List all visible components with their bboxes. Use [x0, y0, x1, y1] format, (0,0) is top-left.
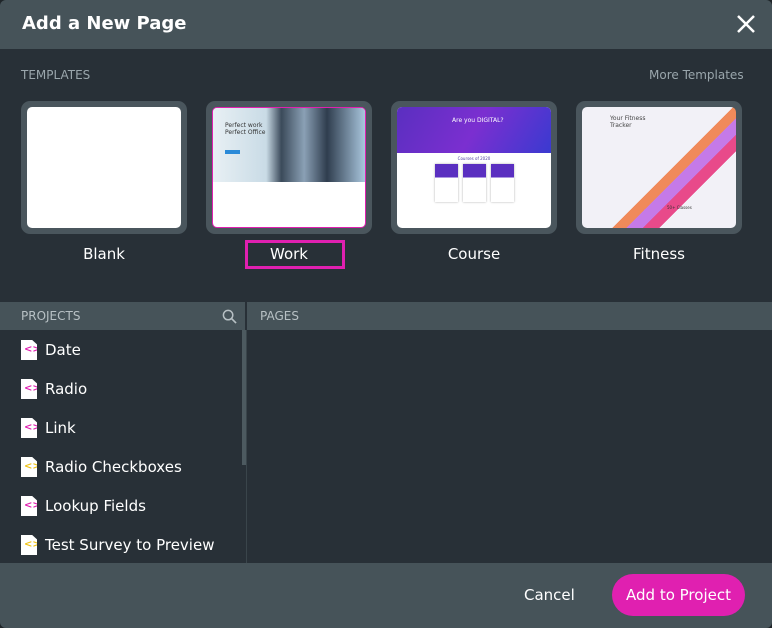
template-work[interactable]: Perfect work Perfect Office: [206, 101, 372, 234]
fitness-headline: Your Fitness: [610, 115, 646, 122]
fitness-thumbnail: Your Fitness Tracker 50+ Classes: [582, 107, 736, 228]
course-thumbnail: Are you DIGITAL? Courses of 2020: [397, 107, 551, 228]
template-label-fitness: Fitness: [633, 245, 685, 263]
project-item[interactable]: <> Lookup Fields: [21, 494, 146, 518]
project-item[interactable]: <> Test Survey to Preview: [21, 533, 214, 557]
file-icon: <>: [21, 379, 37, 399]
project-item[interactable]: <> Link: [21, 416, 76, 440]
more-templates-link[interactable]: More Templates: [649, 68, 744, 82]
pages-header: PAGES: [247, 302, 772, 330]
work-thumbnail: Perfect work Perfect Office: [212, 107, 366, 228]
course-headline: Are you DIGITAL?: [452, 117, 504, 124]
file-icon: <>: [21, 535, 37, 555]
projects-header: PROJECTS: [0, 302, 245, 330]
projects-list: <> Date <> Radio <> Link <> Radio Checkboxes…: [0, 330, 242, 563]
project-label: Lookup Fields: [45, 497, 146, 515]
pages-label: PAGES: [260, 309, 299, 323]
file-icon: <>: [21, 496, 37, 516]
project-item[interactable]: <> Radio: [21, 377, 87, 401]
add-page-dialog: Add a New Page TEMPLATES More Templates …: [0, 0, 772, 628]
project-label: Radio Checkboxes: [45, 458, 182, 476]
file-icon: <>: [21, 418, 37, 438]
selected-template-highlight: [245, 240, 345, 269]
dialog-title: Add a New Page: [22, 13, 187, 34]
file-icon: <>: [21, 457, 37, 477]
project-label: Radio: [45, 380, 88, 398]
blank-thumbnail: [27, 107, 181, 228]
template-blank[interactable]: [21, 101, 187, 234]
project-label: Test Survey to Preview: [45, 536, 215, 554]
fitness-headline-2: Tracker: [610, 122, 632, 129]
templates-label: TEMPLATES: [21, 68, 91, 82]
template-fitness[interactable]: Your Fitness Tracker 50+ Classes: [576, 101, 742, 234]
add-to-project-button[interactable]: Add to Project: [612, 574, 745, 616]
template-label-course: Course: [447, 245, 501, 263]
project-item[interactable]: <> Radio Checkboxes: [21, 455, 182, 479]
projects-label: PROJECTS: [21, 309, 81, 323]
fitness-classes: 50+ Classes: [667, 205, 692, 210]
cancel-button[interactable]: Cancel: [524, 586, 575, 604]
work-headline-2: Perfect Office: [225, 129, 266, 136]
work-headline: Perfect work: [225, 122, 263, 129]
project-label: Link: [45, 419, 76, 437]
course-section: Courses of 2020: [457, 155, 491, 161]
pages-panel: [246, 330, 772, 563]
file-icon: <>: [21, 340, 37, 360]
project-label: Date: [45, 341, 81, 359]
project-item[interactable]: <> Date: [21, 338, 81, 362]
dialog-header: Add a New Page: [0, 0, 772, 49]
search-icon[interactable]: [222, 309, 237, 324]
close-icon[interactable]: [734, 12, 758, 36]
template-course[interactable]: Are you DIGITAL? Courses of 2020: [391, 101, 557, 234]
template-label-blank: Blank: [83, 245, 125, 263]
